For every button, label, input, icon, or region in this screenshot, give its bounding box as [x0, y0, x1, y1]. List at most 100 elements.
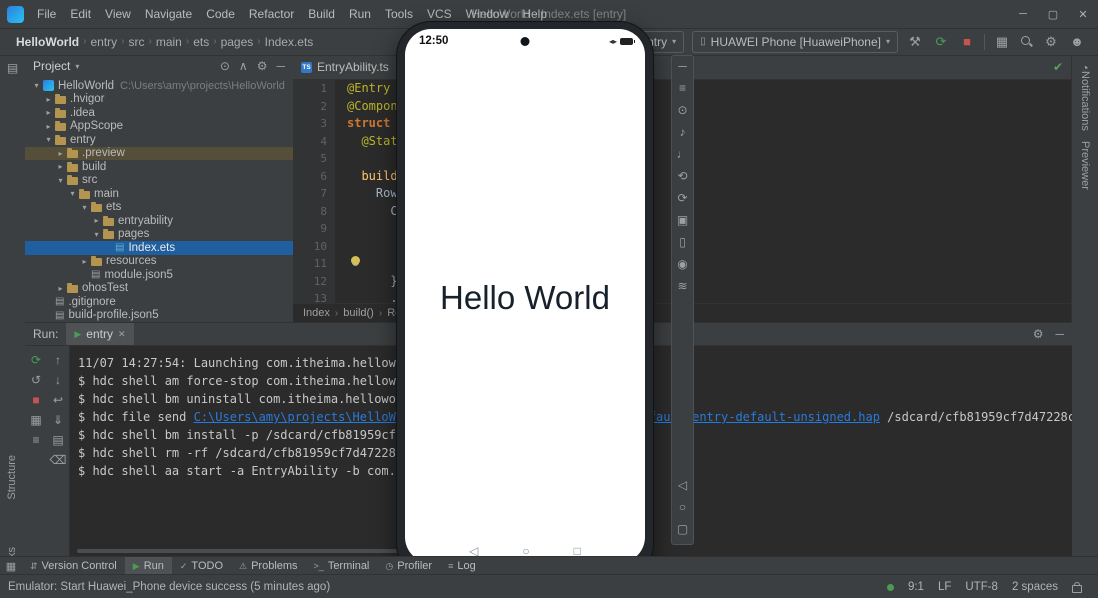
line-number[interactable]: 2 [293, 97, 335, 115]
menu-view[interactable]: View [98, 0, 138, 28]
tree-item-idea[interactable]: ▸ .idea [25, 106, 293, 120]
down-stack-trace-icon[interactable]: ↓ [55, 372, 61, 388]
chevron-down-icon[interactable]: ▾ [55, 176, 66, 185]
tool-tab-version-control[interactable]: ⇵ Version Control [22, 557, 125, 575]
sync-device-icon[interactable]: ⟳ [932, 34, 950, 50]
grid-icon[interactable]: ▦ [30, 412, 41, 428]
tree-item-src[interactable]: ▾ src [25, 174, 293, 188]
search-everywhere-icon[interactable] [1019, 34, 1034, 49]
project-panel-title[interactable]: Project [33, 59, 70, 73]
tree-item-ets[interactable]: ▾ ets [25, 201, 293, 215]
tool-stripe-previewer[interactable]: Previewer [1079, 141, 1091, 190]
line-number[interactable]: 1 [293, 80, 335, 98]
tool-tab-profiler[interactable]: ◷ Profiler [377, 557, 440, 575]
line-number[interactable]: 8 [293, 202, 335, 220]
breadcrumb-pages[interactable]: pages [219, 35, 256, 49]
chevron-right-icon[interactable]: ▸ [43, 108, 54, 117]
chevron-down-icon[interactable]: ▾ [67, 189, 78, 198]
chevron-down-icon[interactable]: ▾ [79, 203, 90, 212]
location-icon[interactable]: ◉ [677, 258, 687, 271]
tool-tab-terminal[interactable]: >_ Terminal [306, 557, 378, 575]
menu-file[interactable]: File [30, 0, 63, 28]
volume-down-icon[interactable]: ♩ [677, 148, 689, 161]
panel-minimize-icon[interactable]: ─ [678, 60, 687, 73]
line-number[interactable]: 6 [293, 167, 335, 185]
tree-item-build[interactable]: ▸ build [25, 160, 293, 174]
tool-tab-log[interactable]: ≡ Log [440, 557, 484, 575]
chevron-down-icon[interactable]: ▾ [43, 135, 54, 144]
tree-item-module-json5[interactable]: ▤ module.json5 [25, 268, 293, 282]
chevron-right-icon[interactable]: ▸ [91, 216, 102, 225]
minimize-panel-icon[interactable]: ─ [1055, 327, 1064, 341]
menu-run[interactable]: Run [342, 0, 378, 28]
menu-code[interactable]: Code [199, 0, 242, 28]
menu-navigate[interactable]: Navigate [138, 0, 199, 28]
battery-icon[interactable]: ▯ [679, 236, 686, 249]
stop-icon[interactable]: ■ [958, 34, 976, 49]
chevron-right-icon[interactable]: ▸ [55, 284, 66, 293]
line-number[interactable]: 5 [293, 150, 335, 168]
maximize-button[interactable]: ▢ [1038, 0, 1068, 28]
rotate-left-icon[interactable]: ⟲ [677, 170, 687, 183]
select-opened-file-icon[interactable]: ⊙ [220, 59, 230, 73]
close-icon[interactable]: ✕ [118, 329, 126, 340]
tool-windows-icon[interactable]: ▦ [993, 34, 1011, 50]
line-separator[interactable]: LF [938, 581, 951, 593]
breadcrumb-helloworld[interactable]: HelloWorld [14, 35, 81, 49]
tree-item-hvigor[interactable]: ▸ .hvigor [25, 93, 293, 107]
settings-gear-icon[interactable]: ⚙ [1033, 327, 1044, 341]
stop-icon[interactable]: ■ [32, 392, 39, 408]
tree-item-main[interactable]: ▾ main [25, 187, 293, 201]
print-icon[interactable]: ▤ [52, 432, 63, 448]
breadcrumb-entry[interactable]: entry [88, 35, 119, 49]
collapse-all-icon[interactable]: ∧ [239, 59, 248, 73]
rerun-icon[interactable]: ⟳ [31, 352, 41, 368]
chevron-down-icon[interactable]: ▾ [75, 62, 79, 71]
tree-item-pages[interactable]: ▾ pages [25, 228, 293, 242]
tree-item-entry[interactable]: ▾ entry [25, 133, 293, 147]
caret-position[interactable]: 9:1 [908, 581, 924, 593]
close-button[interactable]: ✕ [1068, 0, 1098, 28]
chevron-right-icon[interactable]: ▸ [43, 95, 54, 104]
device-select[interactable]: ▯ HUAWEI Phone [HuaweiPhone] ▾ [692, 30, 898, 53]
settings-gear-icon[interactable]: ⚙ [1042, 34, 1060, 50]
menu-refactor[interactable]: Refactor [242, 0, 301, 28]
up-stack-trace-icon[interactable]: ↑ [55, 352, 61, 368]
console-horizontal-scrollbar[interactable] [77, 549, 407, 553]
wifi-icon[interactable]: ≋ [677, 280, 687, 293]
line-number[interactable]: 7 [293, 185, 335, 203]
line-number[interactable]: 10 [293, 237, 335, 255]
chevron-right-icon[interactable]: ▸ [55, 162, 66, 171]
chevron-right-icon[interactable]: ▸ [79, 257, 90, 266]
line-number[interactable]: 3 [293, 115, 335, 133]
chevron-down-icon[interactable]: ▾ [91, 230, 102, 239]
line-number[interactable]: 4 [293, 132, 335, 150]
more-options-icon[interactable]: ≡ [32, 432, 39, 448]
settings-gear-icon[interactable]: ⚙ [257, 59, 268, 73]
editor-breadcrumb-build[interactable]: build() [343, 307, 374, 319]
file-encoding[interactable]: UTF-8 [965, 581, 998, 593]
volume-up-icon[interactable]: ♪ [680, 126, 686, 139]
tree-item-entryability[interactable]: ▸ entryability [25, 214, 293, 228]
tool-stripe-structure[interactable]: Structure [6, 455, 18, 500]
tree-item-resources[interactable]: ▸ resources [25, 255, 293, 269]
breadcrumb-main[interactable]: main [154, 35, 184, 49]
profile-avatar[interactable]: ☻ [1068, 34, 1086, 49]
breadcrumb-ets[interactable]: ets [191, 35, 211, 49]
chevron-right-icon[interactable]: ▸ [55, 149, 66, 158]
tree-item-appscope[interactable]: ▸ AppScope [25, 120, 293, 134]
tree-item-helloworld[interactable]: ▾ HelloWorld C:\Users\amy\projects\HelloWo… [25, 79, 293, 93]
breadcrumb-index-ets[interactable]: Index.ets [263, 35, 316, 49]
tool-tab-problems[interactable]: ⚠ Problems [231, 557, 306, 575]
back-icon[interactable]: ◁ [678, 479, 687, 492]
tree-item-build-profile-json5[interactable]: ▤ build-profile.json5 [25, 309, 293, 323]
scroll-to-end-icon[interactable]: ⇓ [53, 412, 63, 428]
tab-entryability-ts[interactable]: TSEntryAbility.ts✕ [293, 55, 413, 79]
menu-tools[interactable]: Tools [378, 0, 420, 28]
restore-layout-icon[interactable]: ↺ [31, 372, 41, 388]
tool-tab-run[interactable]: ▶ Run [124, 557, 172, 575]
soft-wrap-icon[interactable]: ↩ [53, 392, 63, 408]
editor-breadcrumb-index[interactable]: Index [303, 307, 330, 319]
tree-item-ohostest[interactable]: ▸ ohosTest [25, 282, 293, 296]
menu-build[interactable]: Build [301, 0, 342, 28]
